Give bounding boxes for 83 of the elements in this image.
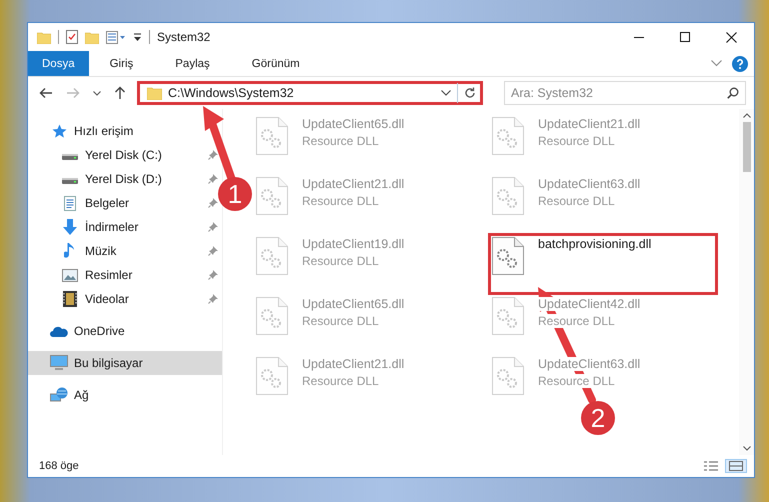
file-type: Resource DLL (302, 194, 379, 208)
star-icon (52, 124, 66, 138)
properties-icon[interactable] (66, 30, 78, 44)
scrollbar-thumb[interactable] (742, 122, 750, 172)
dll-file-icon (492, 357, 524, 395)
maximize-icon (680, 32, 690, 42)
file-item[interactable]: batchprovisioning.dll (490, 235, 716, 293)
file-type: Resource DLL (302, 314, 379, 328)
nav-item[interactable]: Hızlı erişim (28, 119, 190, 143)
expand-ribbon-chevron-icon[interactable] (711, 60, 722, 67)
file-type: Resource DLL (302, 374, 379, 388)
item-count: 168 öge (39, 460, 79, 472)
large-icons-view-button[interactable] (725, 459, 747, 473)
dll-file-icon (256, 177, 288, 215)
address-path: C:\Windows\System32 (168, 86, 295, 100)
file-name: batchprovisioning.dll (538, 237, 652, 251)
nav-item[interactable]: OneDrive (28, 319, 222, 343)
file-name: UpdateClient21.dll (302, 177, 404, 191)
back-arrow-icon[interactable] (39, 87, 53, 99)
step-number-badge: 2 (581, 401, 615, 435)
file-name: UpdateClient19.dll (302, 237, 404, 251)
document-icon (64, 196, 76, 210)
search-field[interactable]: Ara: System32 (504, 81, 746, 105)
up-arrow-icon[interactable] (114, 86, 126, 100)
dll-file-icon (256, 357, 288, 395)
dll-file-icon (256, 117, 288, 155)
step-number-badge: 1 (218, 177, 252, 211)
nav-item[interactable]: Yerel Disk (C:) (28, 143, 218, 167)
nav-item[interactable]: Belgeler (28, 191, 218, 215)
file-name: UpdateClient21.dll (538, 117, 640, 131)
file-type: Resource DLL (538, 134, 615, 148)
customize-caret-icon[interactable] (133, 32, 142, 42)
refresh-icon[interactable] (464, 87, 476, 99)
address-bar[interactable]: C:\Windows\System32 (137, 81, 483, 105)
file-type: Resource DLL (302, 254, 379, 268)
network-icon (50, 387, 68, 403)
picture-icon (62, 268, 78, 282)
folder-icon (147, 86, 162, 100)
scroll-down-icon[interactable] (742, 446, 750, 451)
file-type: Resource DLL (538, 374, 615, 388)
dll-file-icon (492, 237, 524, 275)
view-options-icon[interactable] (106, 30, 126, 44)
ribbon-tab[interactable]: Paylaş (154, 51, 231, 76)
file-type: Resource DLL (302, 134, 379, 148)
dll-file-icon (492, 117, 524, 155)
file-name: UpdateClient65.dll (302, 117, 404, 131)
ribbon-tab[interactable]: Dosya (28, 51, 89, 76)
file-type: Resource DLL (538, 314, 615, 328)
close-icon (726, 32, 736, 42)
dll-file-icon (492, 177, 524, 215)
nav-item[interactable]: Müzik (28, 239, 218, 263)
file-type: Resource DLL (538, 194, 615, 208)
cloud-icon (50, 326, 68, 336)
nav-item[interactable]: İndirmeler (28, 215, 218, 239)
music-note-icon (64, 243, 76, 259)
ribbon-tab[interactable]: Giriş (88, 51, 154, 76)
file-name: UpdateClient21.dll (302, 357, 404, 371)
window-title: System32 (157, 30, 210, 44)
scroll-up-icon[interactable] (742, 113, 750, 118)
nav-item[interactable]: Videolar (28, 287, 218, 311)
nav-item[interactable]: Bu bilgisayar (28, 351, 222, 375)
file-name: UpdateClient42.dll (538, 297, 640, 311)
file-name: UpdateClient63.dll (538, 357, 640, 371)
recent-locations-caret-icon[interactable] (93, 90, 101, 96)
details-list-icon (704, 461, 718, 471)
dll-file-icon (256, 297, 288, 335)
help-icon[interactable] (732, 56, 748, 72)
nav-item[interactable]: Ağ (28, 383, 222, 407)
vertical-scrollbar[interactable] (739, 109, 754, 455)
download-arrow-icon (62, 219, 78, 235)
search-icon[interactable] (727, 87, 739, 99)
large-icons-icon (729, 461, 743, 471)
nav-item[interactable]: Yerel Disk (D:) (28, 167, 218, 191)
ribbon-tab[interactable]: Görünüm (230, 51, 321, 76)
minimize-icon (634, 36, 644, 38)
dll-file-icon (492, 297, 524, 335)
file-name: UpdateClient65.dll (302, 297, 404, 311)
file-name: UpdateClient63.dll (538, 177, 640, 191)
dll-file-icon (256, 237, 288, 275)
dropdown-caret-icon[interactable] (441, 90, 451, 96)
nav-item[interactable]: Resimler (28, 263, 218, 287)
film-strip-icon (63, 291, 77, 307)
computer-icon (50, 355, 68, 371)
